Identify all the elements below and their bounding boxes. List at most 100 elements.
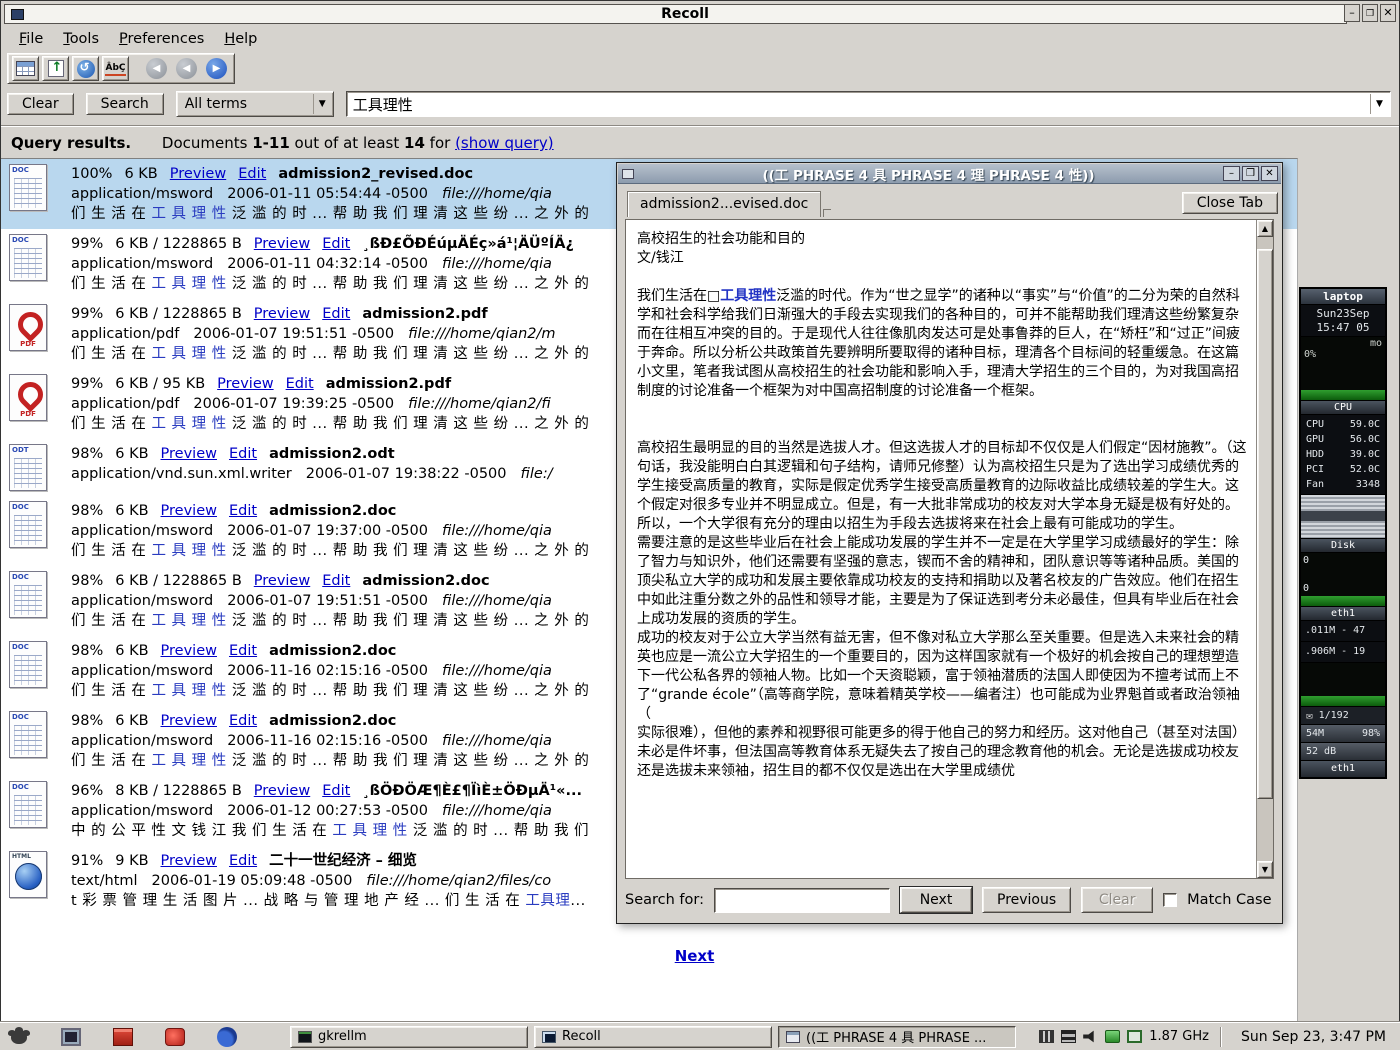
preview-minimize-button[interactable]: – xyxy=(1223,166,1240,181)
task-button[interactable]: ((工 PHRASE 4 具 PHRASE ... xyxy=(778,1026,1016,1048)
doc-type-icon[interactable] xyxy=(9,711,47,758)
search-mode-select[interactable]: All terms ▼ xyxy=(176,91,334,117)
result-date: 2006-01-11 05:54:44 -0500 xyxy=(227,186,428,202)
tray-icon[interactable] xyxy=(1105,1030,1120,1043)
menu-item[interactable]: Tools xyxy=(54,29,108,49)
preview-tab[interactable]: admission2...evised.doc xyxy=(627,191,821,217)
term-explorer-button[interactable]: ÂbÇ xyxy=(102,56,129,81)
query-input[interactable] xyxy=(347,95,1390,113)
match-case-checkbox[interactable] xyxy=(1163,893,1177,907)
edit-link[interactable]: Edit xyxy=(322,783,350,799)
preview-link[interactable]: Preview xyxy=(161,713,217,729)
find-clear-button[interactable]: Clear xyxy=(1081,887,1153,913)
doc-type-icon[interactable] xyxy=(9,501,47,548)
result-size: 6 KB / 95 KB xyxy=(115,376,205,392)
chevron-down-icon: ▼ xyxy=(313,94,331,114)
gkrellm-time: 15:47 05 xyxy=(1301,321,1385,335)
query-history-chevron-icon[interactable]: ▼ xyxy=(1370,94,1388,114)
doc-type-icon[interactable] xyxy=(9,571,47,618)
doc-type-icon[interactable] xyxy=(9,164,47,211)
edit-link[interactable]: Edit xyxy=(238,166,266,182)
close-tab-button[interactable]: Close Tab xyxy=(1182,192,1278,214)
edit-link[interactable]: Edit xyxy=(322,236,350,252)
minimize-button[interactable] xyxy=(1344,4,1360,22)
result-text: 98%6 KBPreviewEditadmission2.doc applica… xyxy=(71,501,589,561)
doc-type-icon[interactable] xyxy=(9,444,47,491)
edit-link[interactable]: Edit xyxy=(322,573,350,589)
preview-link[interactable]: Preview xyxy=(170,166,226,182)
next-page-button[interactable]: ▶ xyxy=(203,56,230,81)
result-mime: application/pdf xyxy=(71,396,179,412)
preview-link[interactable]: Preview xyxy=(254,783,310,799)
results-range: 1-11 xyxy=(252,134,290,152)
doc-type-icon[interactable] xyxy=(9,234,47,281)
cpu-freq-icon xyxy=(1127,1030,1142,1043)
clear-button[interactable]: Clear xyxy=(7,93,74,115)
preview-titlebar[interactable]: ((工 PHRASE 4 具 PHRASE 4 理 PHRASE 4 性)) –… xyxy=(618,164,1281,184)
preview-link[interactable]: Preview xyxy=(161,853,217,869)
next-results-link[interactable]: Next xyxy=(675,947,715,965)
first-page-button[interactable]: ◀ xyxy=(143,56,170,81)
preview-scrollbar[interactable]: ▲ ▼ xyxy=(1256,220,1273,878)
menu-item[interactable]: File xyxy=(10,29,52,49)
result-score: 99% xyxy=(71,376,103,392)
result-date: 2006-11-16 02:15:16 -0500 xyxy=(227,733,428,749)
preview-link[interactable]: Preview xyxy=(161,643,217,659)
next-page-pager: Next xyxy=(1,933,1298,965)
doc-type-icon[interactable] xyxy=(9,304,47,351)
edit-link[interactable]: Edit xyxy=(229,853,257,869)
window-titlebar[interactable]: Recoll xyxy=(4,4,1347,24)
find-previous-button[interactable]: Previous xyxy=(982,887,1071,913)
find-input[interactable] xyxy=(714,888,890,913)
launcher-button[interactable] xyxy=(6,1025,32,1049)
launcher-button[interactable] xyxy=(162,1025,188,1049)
task-button[interactable]: Recoll xyxy=(534,1026,772,1048)
tray-icon[interactable] xyxy=(1083,1030,1098,1043)
doc-type-icon[interactable] xyxy=(9,374,47,421)
result-title: admission2.doc xyxy=(269,713,396,729)
menu-item[interactable]: Preferences xyxy=(110,29,213,49)
preview-link[interactable]: Preview xyxy=(217,376,273,392)
scrollbar-track[interactable] xyxy=(1257,237,1273,861)
scroll-down-icon[interactable]: ▼ xyxy=(1257,861,1273,878)
preview-maximize-button[interactable]: ❒ xyxy=(1242,166,1259,181)
maximize-button[interactable] xyxy=(1362,4,1378,22)
menu-item[interactable]: Help xyxy=(215,29,266,49)
doc-type-icon[interactable] xyxy=(9,641,47,688)
tray-icon[interactable] xyxy=(1061,1030,1076,1043)
preview-link[interactable]: Preview xyxy=(161,503,217,519)
close-button[interactable] xyxy=(1380,4,1396,22)
preview-link[interactable]: Preview xyxy=(161,446,217,462)
edit-link[interactable]: Edit xyxy=(322,306,350,322)
preview-link[interactable]: Preview xyxy=(254,306,310,322)
result-url: file:///home/qia xyxy=(442,593,552,609)
show-query-link[interactable]: (show query) xyxy=(455,134,554,152)
launcher-button[interactable] xyxy=(58,1025,84,1049)
launcher-button[interactable] xyxy=(110,1025,136,1049)
search-button[interactable]: Search xyxy=(86,93,164,115)
preview-link[interactable]: Preview xyxy=(254,573,310,589)
edit-link[interactable]: Edit xyxy=(229,713,257,729)
edit-link[interactable]: Edit xyxy=(229,446,257,462)
doc-type-icon[interactable] xyxy=(9,851,47,898)
edit-link[interactable]: Edit xyxy=(229,503,257,519)
sort-button[interactable] xyxy=(42,56,69,81)
volume-meter[interactable]: 52 dB xyxy=(1301,743,1385,761)
scrollbar-thumb[interactable] xyxy=(1257,249,1273,798)
result-snippet: 们 生 活 在 工 具 理 性 泛 滥 的 时 ... 帮 助 我 们 理 清 … xyxy=(71,611,589,631)
doc-type-icon[interactable] xyxy=(9,781,47,828)
scroll-up-icon[interactable]: ▲ xyxy=(1257,220,1273,237)
launcher-button[interactable] xyxy=(214,1025,240,1049)
find-next-button[interactable]: Next xyxy=(900,887,972,913)
preview-link[interactable]: Preview xyxy=(254,236,310,252)
edit-link[interactable]: Edit xyxy=(229,643,257,659)
memory-meter[interactable]: 54M 98% xyxy=(1301,725,1385,743)
history-button[interactable] xyxy=(72,56,99,81)
task-button[interactable]: gkrellm xyxy=(290,1026,528,1048)
edit-link[interactable]: Edit xyxy=(286,376,314,392)
results-table-button[interactable] xyxy=(12,56,39,81)
preview-close-button[interactable]: ✕ xyxy=(1261,166,1278,181)
tray-icon[interactable] xyxy=(1039,1030,1054,1043)
taskbar-clock[interactable]: Sun Sep 23, 3:47 PM xyxy=(1233,1029,1394,1045)
prev-page-button[interactable]: ◀ xyxy=(173,56,200,81)
